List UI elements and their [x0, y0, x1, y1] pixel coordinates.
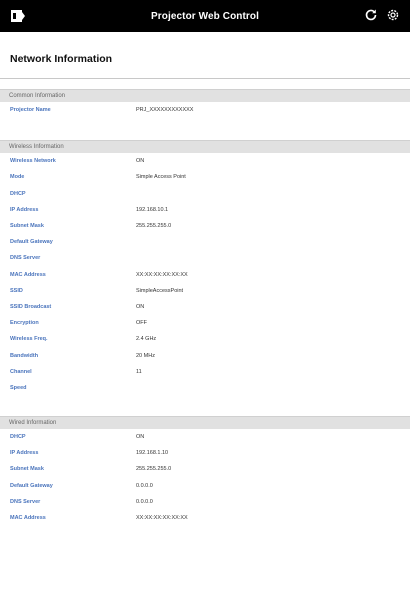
- row-label: SSID Broadcast: [10, 303, 52, 310]
- section-header-wireless: Wireless Information: [0, 140, 410, 154]
- info-row-mac-address: MAC Address XX:XX:XX:XX:XX:XX: [0, 267, 410, 283]
- app-title: Projector Web Control: [150, 10, 260, 22]
- info-row-ssid-broadcast: SSID Broadcast ON: [0, 299, 410, 315]
- row-label: Subnet Mask: [10, 466, 44, 473]
- row-value: 192.168.10.1: [136, 206, 169, 213]
- refresh-icon[interactable]: [364, 8, 378, 22]
- info-row-wireless-freq: Wireless Freq. 2.4 GHz: [0, 331, 410, 347]
- row-value: Simple Access Point: [136, 174, 186, 181]
- info-row-wireless-network: Wireless Network ON: [0, 153, 410, 169]
- row-label: DHCP: [10, 190, 26, 197]
- header-actions: [364, 8, 400, 22]
- row-value: 11: [136, 368, 142, 375]
- info-row-subnet-mask: Subnet Mask 255.255.255.0: [0, 461, 410, 477]
- row-value: XX:XX:XX:XX:XX:XX: [136, 271, 188, 278]
- row-value: 0.0.0.0: [136, 498, 153, 505]
- row-value: XX:XX:XX:XX:XX:XX: [136, 515, 188, 522]
- common-info-list: Projector Name PRJ_XXXXXXXXXXXX: [0, 102, 410, 118]
- info-row-dhcp: DHCP ON: [0, 429, 410, 445]
- row-label: IP Address: [10, 206, 39, 213]
- info-row-bandwidth: Bandwidth 20 MHz: [0, 347, 410, 363]
- row-label: Projector Name: [10, 107, 51, 114]
- info-row-channel: Channel 11: [0, 364, 410, 380]
- row-value: OFF: [136, 320, 147, 327]
- info-row-default-gateway: Default Gateway 0.0.0.0: [0, 478, 410, 494]
- info-row-encryption: Encryption OFF: [0, 315, 410, 331]
- row-label: Subnet Mask: [10, 223, 44, 230]
- row-value: PRJ_XXXXXXXXXXXX: [136, 107, 194, 114]
- page-title: Network Information: [10, 53, 113, 65]
- row-value: 192.168.1.10: [136, 450, 169, 457]
- info-row-dns-server: DNS Server: [0, 250, 410, 266]
- row-label: Speed: [10, 384, 27, 391]
- row-value: ON: [136, 434, 145, 441]
- gear-icon[interactable]: [386, 8, 400, 22]
- row-label: DHCP: [10, 434, 26, 441]
- info-row-dhcp: DHCP: [0, 186, 410, 202]
- row-label: MAC Address: [10, 515, 46, 522]
- info-row-mac-address: MAC Address XX:XX:XX:XX:XX:XX: [0, 510, 410, 526]
- row-label: Default Gateway: [10, 239, 53, 246]
- row-label: Channel: [10, 368, 32, 375]
- menu-icon[interactable]: [10, 8, 26, 24]
- row-label: Wireless Freq.: [10, 336, 48, 343]
- row-label: MAC Address: [10, 271, 46, 278]
- row-label: Mode: [10, 174, 25, 181]
- info-row-ip-address: IP Address 192.168.1.10: [0, 445, 410, 461]
- section-header-common: Common Information: [0, 89, 410, 102]
- info-row-projector-name: Projector Name PRJ_XXXXXXXXXXXX: [0, 102, 410, 118]
- row-value: SimpleAccessPoint: [136, 287, 184, 294]
- info-row-ip-address: IP Address 192.168.10.1: [0, 202, 410, 218]
- info-row-ssid: SSID SimpleAccessPoint: [0, 283, 410, 299]
- info-row-mode: Mode Simple Access Point: [0, 169, 410, 185]
- row-label: DNS Server: [10, 498, 41, 505]
- row-label: Bandwidth: [10, 352, 39, 359]
- row-label: SSID: [10, 287, 23, 294]
- row-value: 20 MHz: [136, 352, 155, 359]
- info-row-default-gateway: Default Gateway: [0, 234, 410, 250]
- row-value: 2.4 GHz: [136, 336, 157, 343]
- row-label: DNS Server: [10, 255, 41, 262]
- row-value: 255.255.255.0: [136, 466, 172, 473]
- row-value: 0.0.0.0: [136, 482, 153, 489]
- row-label: Encryption: [10, 320, 39, 327]
- row-label: IP Address: [10, 450, 39, 457]
- wired-info-list: DHCP ON IP Address 192.168.1.10 Subnet M…: [0, 429, 410, 526]
- info-row-dns-server: DNS Server 0.0.0.0: [0, 494, 410, 510]
- top-bar: Projector Web Control: [0, 0, 410, 32]
- section-header-wired: Wired Information: [0, 416, 410, 429]
- wireless-info-list: Wireless Network ON Mode Simple Access P…: [0, 153, 410, 396]
- row-label: Default Gateway: [10, 482, 53, 489]
- info-row-speed: Speed: [0, 380, 410, 396]
- info-row-subnet-mask: Subnet Mask 255.255.255.0: [0, 218, 410, 234]
- row-value: 255.255.255.0: [136, 223, 172, 230]
- row-label: Wireless Network: [10, 158, 56, 165]
- row-value: ON: [136, 303, 145, 310]
- row-value: ON: [136, 158, 145, 165]
